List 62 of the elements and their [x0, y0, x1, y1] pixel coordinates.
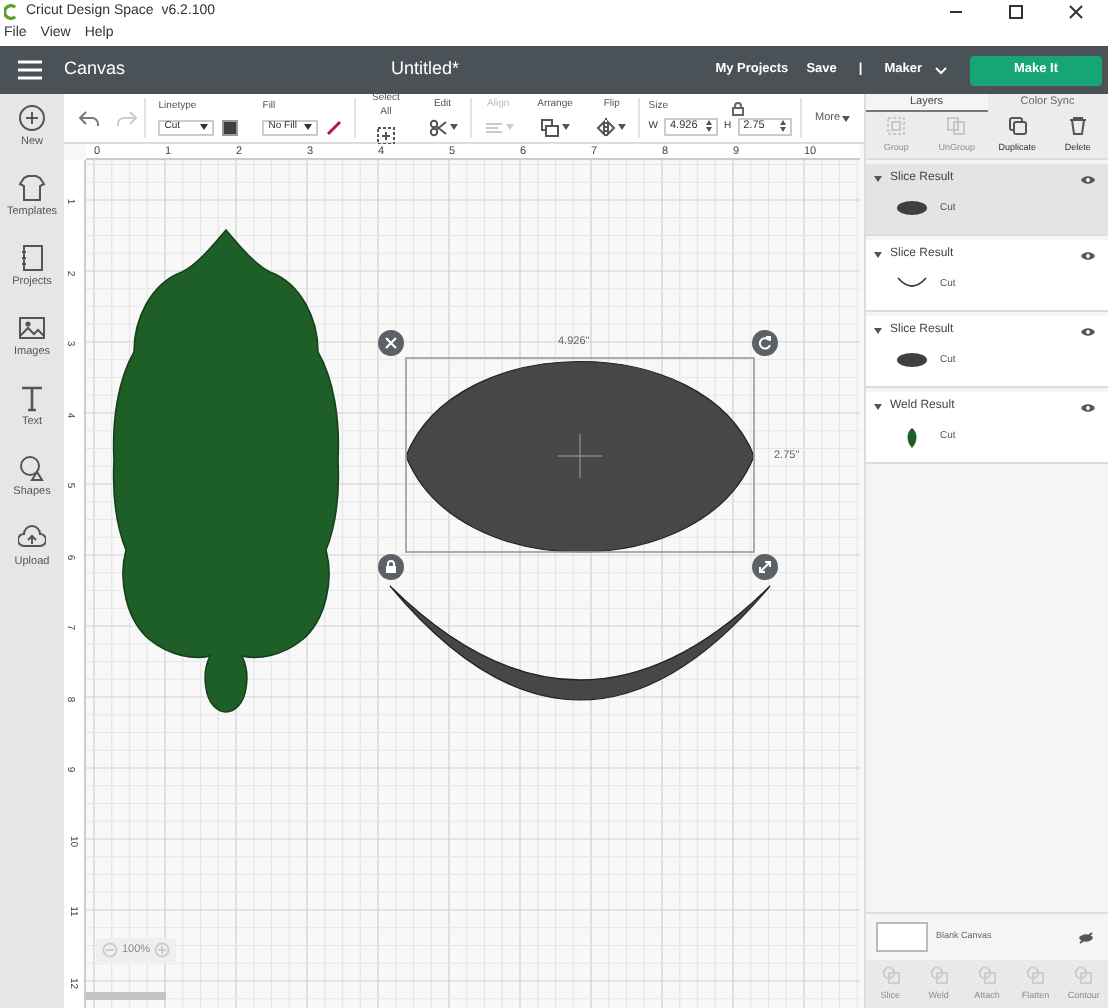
overlap-icon [881, 965, 900, 984]
caret-icon [304, 124, 313, 131]
ungroup-icon [946, 115, 967, 136]
cloud-upload-icon [18, 524, 46, 552]
image-icon [18, 314, 46, 342]
delete-icon [1067, 115, 1088, 136]
plus-icon [18, 104, 46, 132]
overlap-icon [978, 965, 996, 984]
maximize-icon[interactable] [1008, 4, 1024, 20]
undo-icon[interactable] [78, 108, 100, 128]
caret-icon[interactable] [874, 252, 882, 258]
document-title: Untitled* [391, 56, 462, 83]
letter-icon [18, 384, 46, 412]
crosshair-icon [557, 433, 603, 479]
caret-icon[interactable] [874, 328, 882, 334]
chevron-icon [934, 65, 948, 75]
group-icon [886, 115, 907, 136]
delete-icon [384, 336, 398, 350]
caret-icon[interactable] [874, 404, 882, 410]
blank-canvas-swatch[interactable] [876, 922, 928, 952]
close-icon[interactable] [1068, 4, 1084, 20]
no-fill-swatch-icon[interactable] [326, 119, 343, 136]
caret-icon [449, 124, 458, 131]
delete-handle[interactable] [378, 330, 404, 356]
overlap-icon [1026, 965, 1045, 984]
scrollbar-thumb[interactable] [86, 992, 166, 1000]
resize-handle[interactable] [752, 554, 778, 580]
lock-icon [384, 560, 398, 574]
overlap-icon [929, 965, 948, 984]
eye-icon[interactable] [1080, 173, 1096, 185]
notebook-icon [18, 244, 46, 272]
overlap-icon [1074, 965, 1093, 984]
page-title: Canvas [64, 56, 126, 83]
eye-icon[interactable] [1080, 325, 1096, 337]
spinner-icon [706, 120, 712, 133]
lock-handle[interactable] [378, 554, 404, 580]
app-logo-icon [4, 4, 20, 20]
arrange-icon [540, 117, 560, 138]
arc-shape[interactable] [389, 585, 771, 701]
flip-icon [596, 117, 617, 138]
color-swatch[interactable] [222, 119, 239, 136]
caret-icon [618, 124, 627, 131]
align-icon [483, 117, 504, 138]
rotate-handle[interactable] [752, 330, 778, 356]
caret-icon [842, 115, 851, 121]
caret-icon [505, 124, 514, 131]
spinner-icon [779, 120, 786, 133]
select-all-icon [375, 125, 396, 145]
shirt-icon [18, 174, 46, 202]
menu-icon[interactable] [18, 60, 42, 80]
caret-icon [562, 124, 570, 131]
caret-icon [200, 124, 209, 131]
lock-icon[interactable] [732, 101, 745, 115]
leaf-shape[interactable] [112, 229, 340, 713]
resize-icon [758, 560, 772, 574]
edit-icon [427, 117, 448, 138]
shapes-icon [18, 454, 46, 482]
eye-icon[interactable] [1080, 401, 1096, 413]
rotate-icon [758, 336, 772, 350]
caret-icon[interactable] [874, 176, 882, 182]
hidden-eye-icon[interactable] [1078, 931, 1094, 943]
eye-icon[interactable] [1080, 249, 1096, 261]
